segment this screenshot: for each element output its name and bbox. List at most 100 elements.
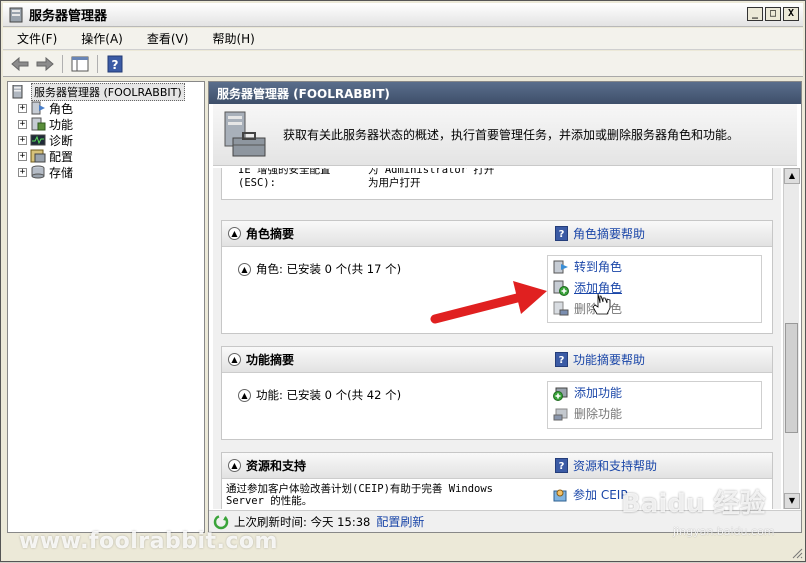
baidu-url-watermark: jingyan.baidu.com	[673, 525, 775, 538]
go-to-roles-icon	[553, 260, 568, 273]
expand-configuration-icon[interactable]: +	[18, 151, 27, 161]
tree-root-server-manager[interactable]: 服务器管理器 (FOOLRABBIT)	[8, 83, 204, 101]
remove-roles-label: 删除角色	[574, 302, 623, 316]
collapse-features-icon[interactable]: ▲	[228, 353, 241, 366]
console-tree-icon	[71, 56, 89, 71]
roles-summary-title: 角色摘要	[246, 227, 295, 241]
forward-arrow-icon	[36, 56, 54, 71]
scroll-up-button[interactable]: ▲	[784, 168, 800, 184]
resources-support-help-label: 资源和支持帮助	[573, 459, 658, 473]
remove-features-label: 删除功能	[574, 407, 623, 421]
join-ceip-link[interactable]: 参加 CEIP	[547, 484, 628, 505]
help-button[interactable]: ?	[104, 54, 126, 74]
roles-icon	[31, 101, 45, 115]
features-summary-help-link[interactable]: ? 功能摘要帮助	[555, 351, 645, 368]
remove-features-icon	[553, 408, 568, 420]
tree-item-storage[interactable]: + 存储	[8, 164, 204, 180]
toolbar-separator	[62, 54, 63, 73]
add-features-link[interactable]: 添加功能	[548, 382, 761, 403]
svg-text:?: ?	[112, 58, 119, 72]
expand-diagnostics-icon[interactable]: +	[18, 135, 27, 145]
toolbar-separator	[97, 54, 98, 73]
forward-button[interactable]	[34, 54, 56, 74]
add-roles-label: 添加角色	[574, 281, 623, 295]
last-refresh-time: 上次刷新时间: 今天 15:38	[234, 514, 371, 529]
add-features-icon	[553, 387, 568, 401]
remove-roles-link[interactable]: 删除角色	[548, 298, 761, 319]
features-summary-help-label: 功能摘要帮助	[573, 353, 646, 367]
tree-item-label: 配置	[49, 149, 74, 164]
tree-item-label: 诊断	[49, 133, 74, 148]
expand-roles-icon[interactable]: +	[18, 103, 27, 113]
tree-item-configuration[interactable]: + 配置	[8, 148, 204, 164]
title-bar[interactable]: 服务器管理器 _ □ X	[3, 3, 803, 27]
tree-item-label: 功能	[49, 117, 74, 132]
show-hide-console-button[interactable]	[69, 54, 91, 74]
configure-refresh-link[interactable]: 配置刷新	[376, 513, 424, 530]
go-to-roles-label: 转到角色	[574, 260, 623, 274]
configuration-icon	[30, 149, 46, 163]
features-summary-title: 功能摘要	[246, 353, 295, 367]
content-header: 服务器管理器 (FOOLRABBIT)	[209, 82, 801, 104]
go-to-roles-link[interactable]: 转到角色	[548, 256, 761, 277]
navigation-tree: 服务器管理器 (FOOLRABBIT) + 角色 + 功能 + 诊断 + 配置 …	[7, 81, 205, 533]
roles-summary-help-label: 角色摘要帮助	[573, 227, 646, 241]
roles-summary-help-link[interactable]: ? 角色摘要帮助	[555, 225, 645, 242]
resources-support-help-link[interactable]: ? 资源和支持帮助	[555, 457, 657, 474]
features-actions: 添加功能 删除功能	[547, 381, 762, 429]
roles-actions: 转到角色 添加角色 删除角色	[547, 255, 762, 323]
ceip-description-line1: 通过参加客户体验改善计划(CEIP)有助于完善 Windows	[226, 483, 494, 495]
tree-item-diagnostics[interactable]: + 诊断	[8, 132, 204, 148]
storage-icon	[31, 165, 45, 179]
ie-esc-label: IE 增强的安全配置(ESC):	[238, 168, 331, 189]
server-manager-icon	[9, 7, 23, 22]
help-icon: ?	[555, 458, 568, 473]
menu-file[interactable]: 文件(F)	[3, 30, 67, 47]
tree-item-features[interactable]: + 功能	[8, 116, 204, 132]
remove-roles-icon	[553, 301, 569, 315]
tree-item-roles[interactable]: + 角色	[8, 100, 204, 116]
resources-support-title: 资源和支持	[246, 459, 307, 473]
remove-features-link[interactable]: 删除功能	[548, 403, 761, 424]
menu-action[interactable]: 操作(A)	[67, 30, 133, 47]
server-manager-window: 服务器管理器 _ □ X 文件(F) 操作(A) 查看(V) 帮助(H) ? 服…	[0, 0, 806, 562]
ceip-icon	[553, 489, 567, 501]
add-features-label: 添加功能	[574, 386, 623, 400]
features-summary-section: ▲ 功能摘要 ? 功能摘要帮助 ▲ 功能: 已安装 0 个(共 42 个) 添加…	[221, 346, 773, 440]
back-button[interactable]	[9, 54, 31, 74]
roles-summary-section: ▲ 角色摘要 ? 角色摘要帮助 ▲ 角色: 已安装 0 个(共 17 个) 转到…	[221, 220, 773, 334]
features-summary-header[interactable]: ▲ 功能摘要 ? 功能摘要帮助	[222, 347, 772, 373]
site-watermark: www.foolrabbit.com	[19, 529, 278, 554]
help-book-icon: ?	[107, 55, 123, 72]
vertical-scrollbar[interactable]: ▲ ▼	[783, 168, 800, 509]
roles-summary-header[interactable]: ▲ 角色摘要 ? 角色摘要帮助	[222, 221, 772, 247]
ie-esc-users-value: 为用户打开	[368, 177, 421, 189]
collapse-roles-detail-icon[interactable]: ▲	[238, 262, 251, 276]
tree-item-label: 存储	[49, 165, 74, 180]
features-icon	[31, 117, 46, 131]
collapse-resources-icon[interactable]: ▲	[228, 459, 241, 472]
expand-features-icon[interactable]: +	[18, 119, 27, 129]
menu-view[interactable]: 查看(V)	[133, 30, 199, 47]
window-title: 服务器管理器	[29, 9, 108, 24]
intro-banner: 获取有关此服务器状态的概述，执行首要管理任务，并添加或删除服务器角色和功能。	[213, 104, 797, 166]
maximize-button[interactable]: □	[765, 7, 781, 21]
size-grip-icon[interactable]	[789, 545, 803, 559]
collapse-features-detail-icon[interactable]: ▲	[238, 388, 251, 402]
scroll-thumb[interactable]	[785, 323, 798, 433]
expand-storage-icon[interactable]: +	[18, 167, 27, 177]
summary-scroll-area[interactable]: IE 增强的安全配置(ESC): 为 Administrator 打开 为用户打…	[213, 168, 781, 509]
add-roles-link[interactable]: 添加角色	[548, 277, 761, 298]
close-button[interactable]: X	[783, 7, 799, 21]
help-icon: ?	[555, 226, 568, 241]
baidu-logo-watermark: Baidu 经验	[621, 489, 766, 519]
refresh-icon	[213, 514, 229, 529]
add-roles-icon	[553, 280, 569, 296]
collapse-roles-icon[interactable]: ▲	[228, 227, 241, 240]
menu-help[interactable]: 帮助(H)	[198, 30, 264, 47]
minimize-button[interactable]: _	[747, 7, 763, 21]
help-icon: ?	[555, 352, 568, 367]
ie-esc-admin-value: 为 Administrator 打开	[368, 168, 495, 176]
server-toolbox-icon	[224, 111, 266, 156]
toolbar: ?	[3, 51, 803, 77]
